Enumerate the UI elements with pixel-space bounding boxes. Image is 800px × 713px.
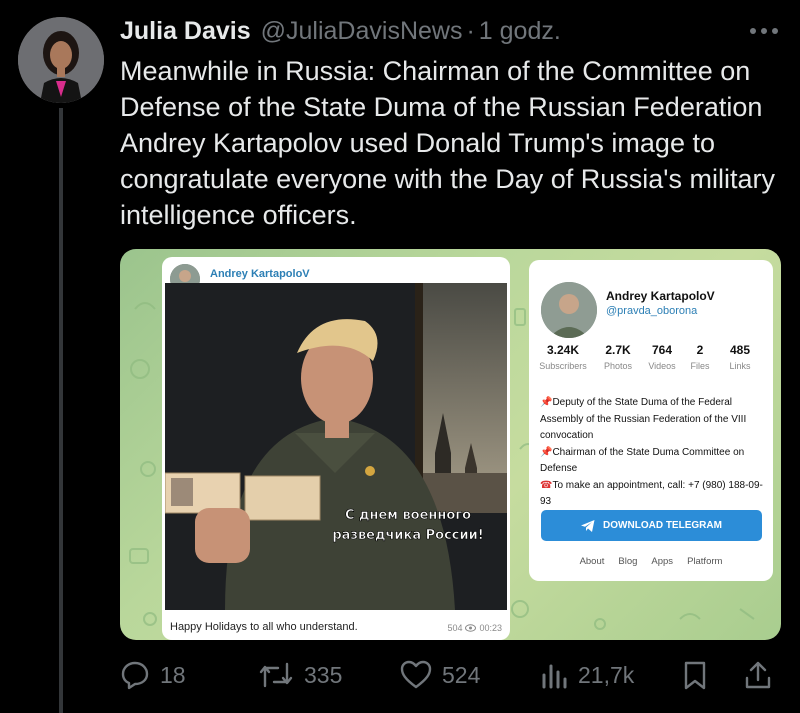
- repost-button[interactable]: 335: [258, 655, 342, 695]
- bio-line-appointment: ☎To make an appointment, call: +7 (980) …: [540, 479, 763, 508]
- post-photo[interactable]: С днем военного разведчика России!: [165, 283, 507, 610]
- pushpin-icon: 📌: [540, 446, 553, 458]
- stat-subscribers: 3.24K Subscribers: [539, 343, 587, 371]
- stat-files: 2 Files: [690, 343, 710, 371]
- thread-line: [59, 108, 63, 713]
- overlay-text-line1: С днем военного: [345, 508, 471, 523]
- post-channel-title: Andrey KartapoloV: [210, 268, 310, 280]
- views-count: 21,7k: [578, 661, 635, 688]
- eye-icon: [465, 624, 477, 632]
- reply-icon: [121, 661, 149, 690]
- tweet-text: Meanwhile in Russia: Chairman of the Com…: [120, 56, 775, 230]
- tweet-media[interactable]: Andrey KartapoloV С днем военного развед…: [120, 249, 781, 640]
- channel-card-avatar: [541, 282, 597, 338]
- more-icon: [750, 28, 778, 34]
- link-apps[interactable]: Apps: [651, 556, 673, 567]
- bio-line-deputy: 📌Deputy of the State Duma of the Federal…: [540, 397, 747, 441]
- telegram-plane-icon: [581, 519, 595, 532]
- author-avatar[interactable]: [18, 17, 104, 103]
- more-options-button[interactable]: [745, 18, 783, 44]
- like-count: 524: [442, 661, 481, 688]
- like-button[interactable]: 524: [400, 655, 480, 695]
- post-caption: Happy Holidays to all who understand.: [170, 621, 358, 633]
- channel-bio: 📌Deputy of the State Duma of the Federal…: [540, 395, 766, 511]
- telegram-post: Andrey KartapoloV С днем военного развед…: [162, 257, 510, 640]
- heart-icon: [400, 660, 432, 689]
- stat-links: 485 Links: [729, 343, 751, 371]
- tweet-header: Julia Davis @JuliaDavisNews · 1 godz.: [120, 15, 561, 47]
- post-views: 504: [447, 623, 463, 633]
- download-telegram-button[interactable]: DOWNLOAD TELEGRAM: [541, 510, 762, 541]
- reply-button[interactable]: 18: [120, 655, 186, 695]
- link-blog[interactable]: Blog: [618, 556, 637, 567]
- views-button[interactable]: 21,7k: [540, 655, 634, 695]
- link-platform[interactable]: Platform: [687, 556, 722, 567]
- link-about[interactable]: About: [580, 556, 605, 567]
- download-telegram-label: DOWNLOAD TELEGRAM: [603, 520, 722, 531]
- telegram-channel-card: Andrey KartapoloV @pravda_oborona 3.24K S…: [529, 260, 773, 581]
- reply-count: 18: [160, 661, 186, 688]
- pushpin-icon: 📌: [540, 397, 553, 408]
- stat-videos: 764 Videos: [648, 343, 676, 371]
- overlay-text-line2: разведчика России!: [332, 528, 483, 543]
- post-time: 00:23: [479, 623, 502, 633]
- channel-footer-links: About Blog Apps Platform: [529, 556, 773, 567]
- channel-handle[interactable]: @pravda_oborona: [606, 305, 697, 317]
- share-button[interactable]: [744, 655, 772, 695]
- bookmark-button[interactable]: [682, 655, 708, 695]
- separator-dot: ·: [466, 16, 475, 45]
- author-handle[interactable]: @JuliaDavisNews: [261, 17, 463, 46]
- tweet-actions: 18 335 524 21,7k: [120, 655, 780, 695]
- repost-count: 335: [304, 661, 343, 688]
- author-name[interactable]: Julia Davis: [120, 17, 251, 46]
- telephone-icon: ☎: [540, 479, 553, 491]
- channel-name: Andrey KartapoloV: [606, 289, 715, 303]
- bookmark-icon: [684, 661, 706, 690]
- tweet-time[interactable]: 1 godz.: [479, 17, 561, 46]
- bio-line-chairman: 📌Chairman of the State Duma Committee on…: [540, 446, 745, 475]
- share-icon: [745, 661, 771, 689]
- post-stats: 504 00:23: [447, 623, 502, 633]
- views-chart-icon: [542, 664, 567, 689]
- repost-icon: [259, 662, 293, 688]
- stat-photos: 2.7K Photos: [603, 343, 633, 371]
